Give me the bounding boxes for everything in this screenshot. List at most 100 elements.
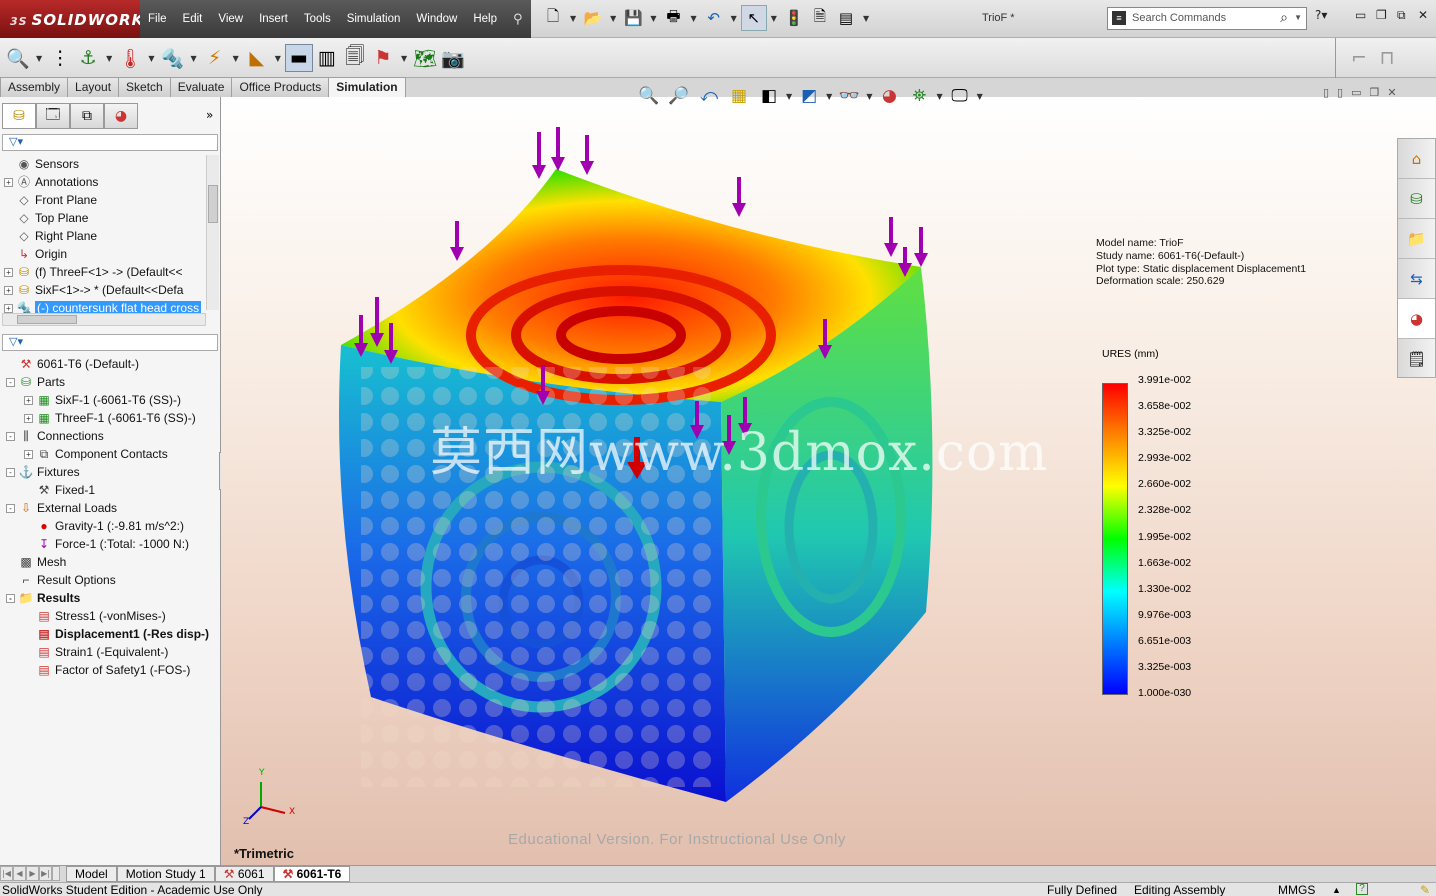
expand-icon[interactable]: + — [24, 395, 33, 405]
chevron-down-icon[interactable]: ▼ — [826, 92, 832, 101]
simulation-tree-item[interactable]: - ⫼ Connections — [2, 427, 222, 445]
feature-manager-tab-icon[interactable]: ⛁ — [2, 103, 36, 129]
new-document-icon[interactable]: 🗋 — [540, 5, 566, 31]
section-view-icon[interactable]: ▦ — [724, 84, 754, 108]
deformed-result-icon[interactable]: ▬ — [284, 44, 313, 72]
chevron-down-icon[interactable]: ▼ — [863, 14, 869, 23]
chevron-down-icon[interactable]: ▼ — [786, 92, 792, 101]
simulation-tree-item[interactable]: - ⚓ Fixtures — [2, 463, 222, 481]
appearances-icon[interactable]: ◕ — [1398, 299, 1435, 339]
open-folder-icon[interactable]: 📂 — [580, 5, 606, 31]
simulation-tree-item[interactable]: + ▦ SixF-1 (-6061-T6 (SS)-) — [2, 391, 222, 409]
design-insight-icon[interactable]: ⚑ — [369, 44, 397, 72]
include-image-icon[interactable]: 🗺 — [411, 44, 439, 72]
file-explorer-icon[interactable]: 📁 — [1398, 219, 1435, 259]
connections-advisor-icon[interactable]: 🔩 — [158, 44, 186, 72]
edit-appearance-icon[interactable]: ◕ — [874, 84, 904, 108]
simulation-tree-item[interactable]: ⚒ 6061-T6 (-Default-) — [2, 355, 222, 373]
undo-icon[interactable]: ↶ — [701, 5, 727, 31]
simulation-tree-item[interactable]: - ⛁ Parts — [2, 373, 222, 391]
first-tab-icon[interactable]: |◀ — [0, 866, 13, 881]
tab-assembly[interactable]: Assembly — [0, 77, 69, 97]
simulation-tree-item[interactable]: ● Gravity-1 (:-9.81 m/s^2:) — [2, 517, 222, 535]
chevron-down-icon[interactable]: ▼ — [650, 14, 656, 23]
simulation-tree-item[interactable]: - 📁 Results — [2, 589, 222, 607]
feature-tree-item[interactable]: ↳ Origin — [4, 245, 204, 263]
menu-edit[interactable]: Edit — [175, 0, 211, 38]
simulation-tree-item[interactable]: + ▦ ThreeF-1 (-6061-T6 (SS)-) — [2, 409, 222, 427]
zoom-to-area-icon[interactable]: 🔎 — [664, 84, 694, 108]
camera-icon[interactable]: 📷 — [439, 44, 467, 72]
expand-icon[interactable]: + — [4, 177, 13, 187]
chevron-down-icon[interactable]: ▼ — [106, 54, 112, 63]
simulation-tree-item[interactable]: ▩ Mesh — [2, 553, 222, 571]
print-icon[interactable]: 🖶 — [660, 5, 686, 31]
simulation-tree-item[interactable]: ▤ Strain1 (-Equivalent-) — [2, 643, 222, 661]
color-legend-bar[interactable] — [1102, 383, 1128, 695]
view-orientation-icon[interactable]: ◧ — [754, 84, 784, 108]
select-pointer-icon[interactable]: ↖ — [740, 5, 767, 31]
tab-sketch[interactable]: Sketch — [118, 77, 171, 97]
simulation-tree-item[interactable]: - ⇩ External Loads — [2, 499, 222, 517]
display-manager-tab-icon[interactable]: ◕ — [104, 103, 138, 129]
chevron-down-icon[interactable]: ▼ — [977, 92, 983, 101]
simulation-tree-filter[interactable]: ▽▾ — [2, 334, 218, 351]
chevron-down-icon[interactable]: ▼ — [936, 92, 942, 101]
feature-tree-item[interactable]: + Ⓐ Annotations — [4, 173, 204, 191]
simulation-tree-item[interactable]: ▤ Factor of Safety1 (-FOS-) — [2, 661, 222, 679]
feature-tree-filter[interactable]: ▽▾ — [2, 134, 218, 151]
menu-file[interactable]: File — [140, 0, 175, 38]
feature-tree-item[interactable]: ◇ Right Plane — [4, 227, 204, 245]
compare-results-icon[interactable]: ▥ — [313, 44, 341, 72]
menu-tools[interactable]: Tools — [296, 0, 339, 38]
chevron-down-icon[interactable]: ▼ — [731, 14, 737, 23]
feature-tree-scrollbar[interactable] — [206, 155, 219, 310]
chevron-down-icon[interactable]: ▼ — [570, 14, 576, 23]
menu-help[interactable]: Help — [465, 0, 505, 38]
collapse-icon[interactable]: - — [6, 503, 15, 513]
previous-tab-icon[interactable]: ◀ — [13, 866, 26, 881]
simulation-tree-item[interactable]: ▤ Displacement1 (-Res disp-) — [2, 625, 222, 643]
minimize-icon[interactable]: ▭ — [1355, 8, 1366, 22]
solidworks-logo[interactable]: 3S SOLIDWORKS — [0, 0, 155, 38]
feature-tree-item[interactable]: + ⛁ (f) ThreeF<1> -> (Default<< — [4, 263, 204, 281]
tab-motion-study[interactable]: Motion Study 1 — [116, 866, 215, 882]
maximize-icon[interactable]: ⧉ — [1397, 8, 1406, 23]
units-chevron-icon[interactable]: ▲ — [1332, 883, 1341, 896]
previous-view-icon[interactable]: ⤺ — [694, 84, 724, 108]
search-icon[interactable]: ⌕ — [1280, 9, 1288, 26]
chevron-down-icon[interactable]: ▼ — [690, 14, 696, 23]
last-tab-icon[interactable]: ▶| — [39, 866, 52, 881]
tab-study-6061[interactable]: ⚒ 6061 — [214, 866, 274, 882]
expand-icon[interactable]: + — [4, 303, 13, 313]
close-icon[interactable]: ✕ — [1418, 8, 1428, 22]
collapse-icon[interactable]: - — [6, 593, 15, 603]
next-tab-icon[interactable]: ▶ — [26, 866, 39, 881]
chevron-down-icon[interactable]: ▼ — [36, 54, 42, 63]
apply-material-icon[interactable]: ⋮ — [46, 44, 74, 72]
display-style-icon[interactable]: ◩ — [794, 84, 824, 108]
pin-icon[interactable]: ⚲ — [505, 12, 531, 27]
chevron-down-icon[interactable]: ▼ — [771, 14, 777, 23]
menu-insert[interactable]: Insert — [251, 0, 296, 38]
results-advisor-icon[interactable]: ◣ — [243, 44, 271, 72]
report-icon[interactable]: 🗐 — [341, 44, 369, 72]
tag-icon[interactable]: ✎ — [1420, 883, 1430, 896]
collapse-icon[interactable]: - — [6, 467, 15, 477]
feature-tree-item[interactable]: + ⛁ SixF<1>-> * (Default<<Defa — [4, 281, 204, 299]
chevron-down-icon[interactable]: ▼ — [1294, 13, 1302, 22]
simulation-tree-item[interactable]: ▤ Stress1 (-vonMises-) — [2, 607, 222, 625]
chevron-down-icon[interactable]: ▼ — [233, 54, 239, 63]
expand-panel-icon[interactable]: » — [206, 108, 213, 122]
deformed-cube-model[interactable] — [339, 169, 933, 802]
zoom-to-fit-icon[interactable]: 🔍 — [634, 84, 664, 108]
menu-view[interactable]: View — [210, 0, 251, 38]
apply-scene-icon[interactable]: ⛯ — [904, 84, 934, 108]
expand-icon[interactable]: + — [4, 285, 13, 295]
rebuild-icon[interactable]: 🚦 — [781, 5, 807, 31]
collapse-icon[interactable]: - — [6, 377, 15, 387]
chevron-down-icon[interactable]: ▼ — [866, 92, 872, 101]
feature-tree-horizontal-scrollbar[interactable] — [2, 313, 206, 326]
property-manager-tab-icon[interactable]: 🗔 — [36, 103, 70, 129]
run-icon[interactable]: ⚡ — [201, 44, 229, 72]
